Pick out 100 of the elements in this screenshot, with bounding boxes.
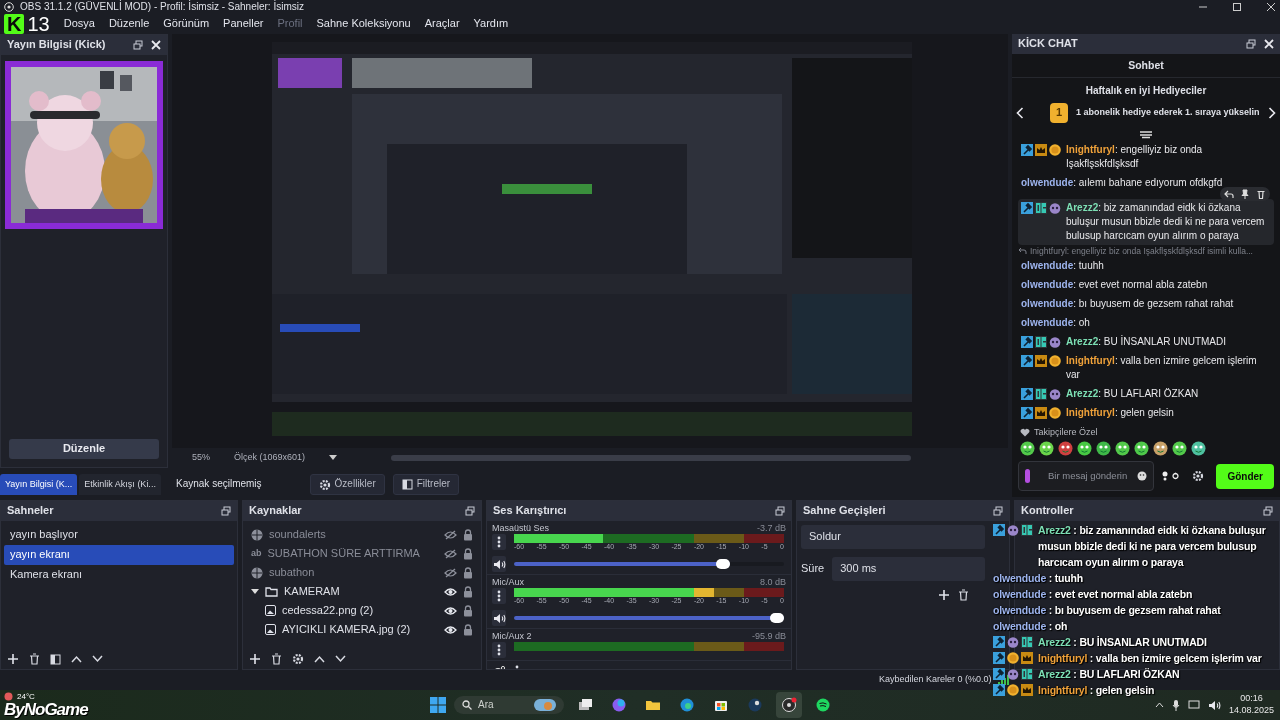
emote-icon[interactable] <box>1172 441 1187 456</box>
lock-icon[interactable] <box>463 566 473 579</box>
hidden-eye-icon[interactable] <box>444 548 457 559</box>
lock-icon[interactable] <box>463 585 473 598</box>
settings-icon[interactable] <box>292 653 304 665</box>
mod-badge-icon <box>1021 201 1033 214</box>
start-icon[interactable] <box>430 697 446 713</box>
menu-item[interactable]: Araçlar <box>424 17 460 31</box>
emote-icon[interactable] <box>1153 441 1168 456</box>
source-item[interactable]: AYICIKLI KAMERA.jpg (2) <box>282 622 438 637</box>
hidden-eye-icon[interactable] <box>444 529 457 540</box>
lock-icon[interactable] <box>463 623 473 636</box>
send-button[interactable]: Gönder <box>1216 463 1274 489</box>
dock-title: Kaynaklar <box>249 504 302 518</box>
float-icon[interactable] <box>1246 39 1256 49</box>
weather-icon <box>4 692 13 701</box>
menu-item[interactable]: Dosya <box>63 17 95 31</box>
up-icon[interactable] <box>71 655 82 663</box>
menu-item[interactable]: Paneller <box>223 17 264 31</box>
reply-icon[interactable] <box>1224 188 1234 199</box>
float-icon[interactable] <box>465 506 475 516</box>
speaker-icon[interactable] <box>492 612 506 624</box>
trash-icon[interactable] <box>1256 188 1266 199</box>
trash-icon[interactable] <box>958 588 969 601</box>
emote-icon[interactable] <box>1191 441 1206 456</box>
emote-icon[interactable] <box>1134 441 1149 456</box>
bot-badge-icon <box>1007 668 1019 680</box>
edit-button[interactable]: Düzenle <box>9 439 159 459</box>
menu-item[interactable]: Yardım <box>473 17 509 31</box>
emote-icon[interactable] <box>1039 441 1054 456</box>
emote-icon[interactable] <box>1077 441 1092 456</box>
volume-icon[interactable] <box>1207 699 1221 711</box>
source-item[interactable]: KAMERAM <box>284 584 438 599</box>
section-label: Takipçilere Özel <box>1034 426 1098 438</box>
chevron-left-icon[interactable] <box>1016 106 1024 119</box>
eye-icon[interactable] <box>444 605 457 616</box>
scene-item[interactable]: yayın başlıyor <box>4 525 234 545</box>
expand-caret-icon[interactable] <box>251 588 259 595</box>
source-item[interactable]: subathon <box>269 565 438 580</box>
close-icon[interactable] <box>151 40 161 50</box>
emote-icon[interactable] <box>1096 441 1111 456</box>
maximize-icon[interactable] <box>1232 2 1242 12</box>
properties-button[interactable]: Özellikler <box>309 474 385 495</box>
trash-icon[interactable] <box>29 653 40 665</box>
dock-tab[interactable]: Etkinlik Akışı (Ki... <box>79 473 161 496</box>
search-field[interactable]: Ara <box>454 695 564 715</box>
filters-button[interactable]: Filtreler <box>392 474 460 495</box>
scrollbar[interactable] <box>391 455 912 461</box>
scene-item[interactable]: Kamera ekranı <box>4 564 234 585</box>
message-field[interactable]: Bir mesaj gönderin <box>1018 461 1154 491</box>
menu-item[interactable]: Düzenle <box>108 17 150 31</box>
duration-field[interactable]: 300 ms <box>832 556 985 581</box>
transition-select[interactable]: Soldur <box>801 525 985 549</box>
hidden-eye-icon[interactable] <box>444 567 457 578</box>
volume-slider[interactable] <box>514 616 784 620</box>
source-item[interactable]: SUBATHON SÜRE ARTTIRMA <box>267 546 438 561</box>
emote-icon[interactable] <box>1058 441 1073 456</box>
add-icon[interactable] <box>249 653 261 665</box>
pin-icon[interactable] <box>1240 188 1250 199</box>
dock-tab[interactable]: Yayın Bilgisi (K... <box>0 473 78 496</box>
recorder-icon[interactable] <box>776 692 802 718</box>
menu-item[interactable]: Sahne Koleksiyonu <box>316 17 411 31</box>
source-item[interactable]: soundalerts <box>269 527 438 542</box>
float-icon[interactable] <box>1263 506 1273 516</box>
scroll-down-icon[interactable] <box>1139 130 1153 139</box>
add-icon[interactable] <box>7 653 19 665</box>
float-icon[interactable] <box>133 40 143 50</box>
emoji-icon[interactable] <box>1137 471 1147 481</box>
up-icon[interactable] <box>314 655 325 663</box>
volume-slider[interactable] <box>514 562 784 566</box>
microphone-icon[interactable] <box>1171 699 1180 711</box>
chevron-up-icon[interactable] <box>1154 702 1164 708</box>
coin-icon <box>1007 652 1019 664</box>
settings-icon[interactable] <box>1192 470 1204 482</box>
down-icon[interactable] <box>92 655 103 663</box>
chat-message: Inightfuryl : gelen gelsin <box>1038 683 1155 698</box>
chevron-right-icon[interactable] <box>1268 106 1276 119</box>
eye-icon[interactable] <box>444 624 457 635</box>
crown-icon <box>1021 684 1033 696</box>
float-icon[interactable] <box>993 506 1003 516</box>
menu-item[interactable]: Görünüm <box>163 17 210 31</box>
source-item[interactable]: cedessa22.png (2) <box>282 603 438 618</box>
float-icon[interactable] <box>221 506 231 516</box>
down-icon[interactable] <box>335 655 346 663</box>
add-icon[interactable] <box>938 588 950 601</box>
emote-icon[interactable] <box>1115 441 1130 456</box>
lock-icon[interactable] <box>463 604 473 617</box>
scene-item[interactable]: yayın ekranı <box>4 544 234 565</box>
close-icon[interactable] <box>1266 2 1276 12</box>
lock-icon[interactable] <box>463 528 473 541</box>
caret-icon[interactable] <box>329 455 338 461</box>
eye-icon[interactable] <box>444 586 457 597</box>
close-icon[interactable] <box>1264 39 1274 49</box>
filter-icon[interactable] <box>50 653 61 665</box>
speaker-icon[interactable] <box>492 558 506 570</box>
float-icon[interactable] <box>775 506 785 516</box>
trash-icon[interactable] <box>271 653 282 665</box>
emote-icon[interactable] <box>1020 441 1035 456</box>
display-icon[interactable] <box>1187 700 1200 710</box>
lock-icon[interactable] <box>463 547 473 560</box>
